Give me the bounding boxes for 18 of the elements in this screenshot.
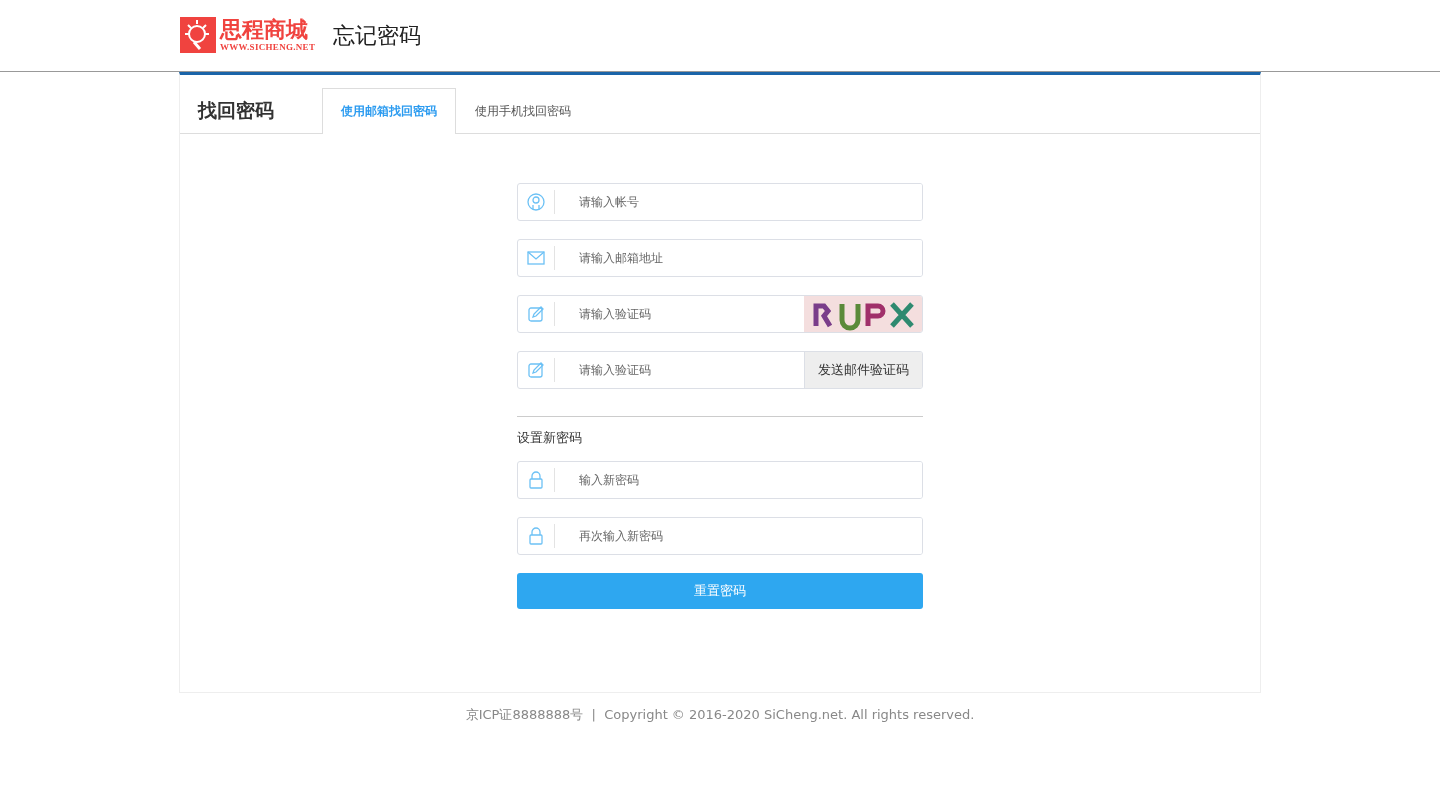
edit-icon [528,362,544,378]
captcha-image[interactable] [804,296,922,332]
lock-icon [529,471,543,489]
mail-icon [527,251,545,265]
logo-name: 思程商城 [220,17,309,42]
panel-title: 找回密码 [196,98,275,123]
lightbulb-logo-icon [180,16,216,53]
text-field[interactable]: 请输入验证码 发送邮件验证码 [517,351,923,389]
footer-text: 京ICP证8888888号 | Copyright © 2016-2020 SiCheng.net. All rights reserved. [464,706,976,724]
page-title: 忘记密码 [333,21,422,50]
text-field[interactable]: 请输入验证码 [517,295,923,333]
send-email-code-button[interactable]: 发送邮件验证码 [804,352,922,388]
logo-url: WWW.SICHENG.NET [220,41,316,52]
edit-icon [528,306,544,322]
user-icon [527,193,545,211]
lock-icon [529,527,543,545]
section-label: 设置新密码 [517,429,583,447]
tab[interactable]: 使用手机找回密码 [456,88,590,134]
